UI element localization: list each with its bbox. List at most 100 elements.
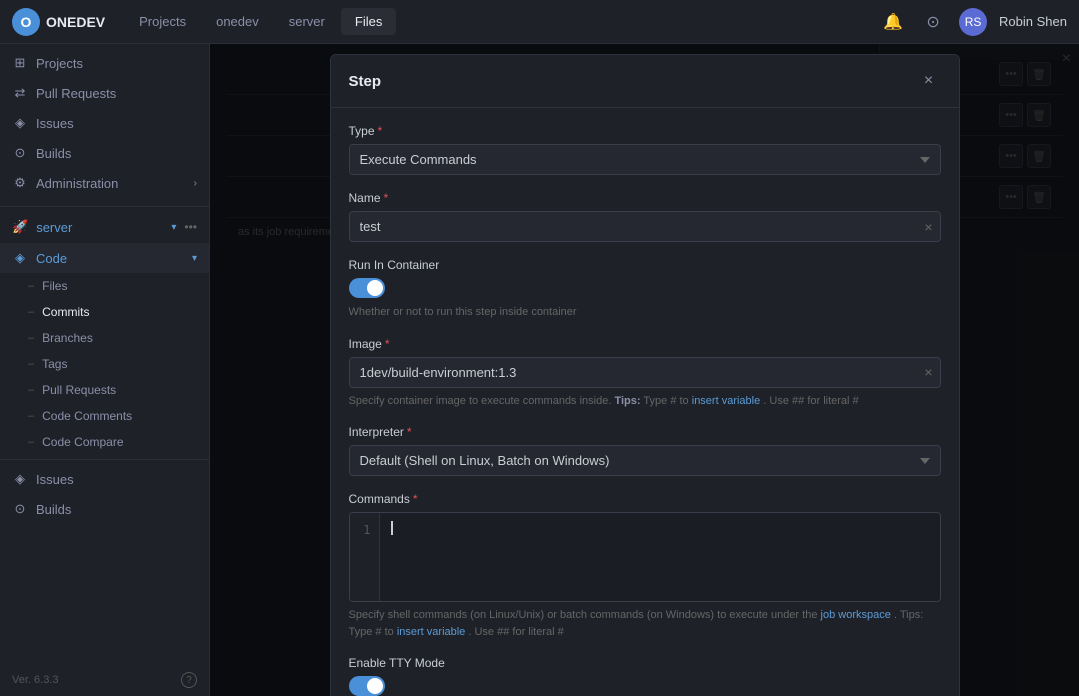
sidebar-item-label: Issues [36, 472, 197, 487]
image-required: * [385, 337, 390, 351]
sidebar-item-code[interactable]: ◈ Code ▾ [0, 243, 209, 273]
commands-input[interactable] [380, 513, 940, 601]
sidebar-item-administration[interactable]: ⚙ Administration › [0, 168, 209, 198]
commands-label: Commands * [349, 492, 941, 506]
builds-icon-2: ⊙ [12, 501, 28, 517]
commands-form-group: Commands * 1 Specify shell [349, 492, 941, 640]
sidebar-sub-pull-requests[interactable]: Pull Requests [0, 377, 209, 403]
sidebar-project-header[interactable]: 🚀 server ▾ ••• [0, 211, 209, 243]
run-in-container-toggle[interactable] [349, 278, 385, 298]
commands-required: * [413, 492, 418, 506]
sidebar-sub-commits[interactable]: Commits [0, 299, 209, 325]
chevron-down-icon: ▾ [192, 253, 197, 264]
code-icon: ◈ [12, 250, 28, 266]
run-in-container-toggle-group [349, 278, 941, 298]
modal-overlay: Step × Type * Execute Commands [210, 44, 1079, 696]
line-number-1: 1 [358, 521, 371, 540]
sidebar-item-pull-requests[interactable]: ⇄ Pull Requests [0, 78, 209, 108]
tty-label: Enable TTY Mode [349, 656, 941, 670]
type-select[interactable]: Execute Commands [349, 144, 941, 175]
interpreter-form-group: Interpreter * Default (Shell on Linux, B… [349, 425, 941, 476]
sidebar: ⊞ Projects ⇄ Pull Requests ◈ Issues ⊙ Bu… [0, 44, 210, 696]
image-form-group: Image * × Specify container image to exe… [349, 337, 941, 410]
name-label: Name * [349, 191, 941, 205]
image-hint: Specify container image to execute comma… [349, 393, 941, 410]
sidebar-sub-code-compare[interactable]: Code Compare [0, 429, 209, 455]
notification-icon[interactable]: 🔔 [879, 8, 907, 36]
name-clear-btn[interactable]: × [924, 219, 932, 235]
help-icon-sidebar[interactable]: ? [181, 672, 197, 688]
grid-icon: ⊞ [12, 55, 28, 71]
sidebar-main-nav: ⊞ Projects ⇄ Pull Requests ◈ Issues ⊙ Bu… [0, 44, 209, 202]
commands-insert-variable-link[interactable]: insert variable [397, 626, 465, 638]
nav-tab-onedev[interactable]: onedev [202, 8, 273, 35]
avatar[interactable]: RS [959, 8, 987, 36]
sidebar-item-builds[interactable]: ⊙ Builds [0, 138, 209, 168]
name-required: * [384, 191, 389, 205]
nav-tab-server[interactable]: server [275, 8, 339, 35]
image-input-wrapper: × [349, 357, 941, 388]
commits-label: Commits [42, 305, 89, 319]
files-label: Files [42, 279, 67, 293]
modal-close-button[interactable]: × [917, 69, 941, 93]
run-in-container-hint: Whether or not to run this step inside c… [349, 304, 941, 321]
tty-form-group: Enable TTY Mode Many commands print outp… [349, 656, 941, 696]
sidebar-item-projects[interactable]: ⊞ Projects [0, 48, 209, 78]
image-input[interactable] [349, 357, 941, 388]
nav-tab-projects[interactable]: Projects [125, 8, 200, 35]
name-input-wrapper: × [349, 211, 941, 242]
sidebar-item-label: Issues [36, 116, 197, 131]
name-form-group: Name * × [349, 191, 941, 242]
top-nav-tabs: Projects onedev server Files [125, 8, 879, 35]
nav-tab-files[interactable]: Files [341, 8, 396, 35]
tty-toggle-group [349, 676, 941, 696]
help-icon[interactable]: ⊙ [919, 8, 947, 36]
main-layout: ⊞ Projects ⇄ Pull Requests ◈ Issues ⊙ Bu… [0, 44, 1079, 696]
image-insert-variable-link[interactable]: insert variable [692, 395, 760, 407]
sidebar-item-label: Code [36, 251, 184, 266]
sidebar-item-builds-bottom[interactable]: ⊙ Builds [0, 494, 209, 524]
commands-editor: 1 [349, 512, 941, 602]
sidebar-divider [0, 206, 209, 207]
sidebar-sub-branches[interactable]: Branches [0, 325, 209, 351]
app-name: ONEDEV [46, 14, 105, 30]
image-clear-btn[interactable]: × [924, 364, 932, 380]
sidebar-footer: Ver. 6.3.3 ? [0, 664, 209, 696]
version-text: Ver. 6.3.3 [12, 674, 58, 686]
code-compare-label: Code Compare [42, 435, 123, 449]
image-hint-tips: Tips: [614, 395, 640, 407]
top-nav: O ONEDEV Projects onedev server Files 🔔 … [0, 0, 1079, 44]
pull-requests-label: Pull Requests [42, 383, 116, 397]
chevron-right-icon: › [194, 178, 197, 189]
line-numbers: 1 [350, 513, 380, 601]
type-select-wrapper: Execute Commands [349, 144, 941, 175]
interpreter-label: Interpreter * [349, 425, 941, 439]
chevron-down-icon: ▾ [171, 222, 176, 233]
branches-label: Branches [42, 331, 93, 345]
type-form-group: Type * Execute Commands [349, 124, 941, 175]
project-name: server [36, 220, 72, 235]
sidebar-sub-tags[interactable]: Tags [0, 351, 209, 377]
tty-toggle[interactable] [349, 676, 385, 696]
more-icon[interactable]: ••• [184, 220, 197, 234]
type-required: * [378, 124, 383, 138]
image-label: Image * [349, 337, 941, 351]
sidebar-sub-code-comments[interactable]: Code Comments [0, 403, 209, 429]
modal-body: Type * Execute Commands Name [331, 108, 959, 696]
sidebar-divider-2 [0, 459, 209, 460]
sidebar-item-label: Builds [36, 146, 197, 161]
interpreter-select[interactable]: Default (Shell on Linux, Batch on Window… [349, 445, 941, 476]
issues-icon: ◈ [12, 115, 28, 131]
sidebar-item-issues[interactable]: ◈ Issues [0, 108, 209, 138]
sidebar-sub-files[interactable]: Files [0, 273, 209, 299]
sidebar-item-issues-bottom[interactable]: ◈ Issues [0, 464, 209, 494]
app-logo[interactable]: O ONEDEV [12, 8, 105, 36]
commands-hint: Specify shell commands (on Linux/Unix) o… [349, 607, 941, 640]
pr-icon: ⇄ [12, 85, 28, 101]
builds-icon: ⊙ [12, 145, 28, 161]
modal-title: Step [349, 73, 382, 90]
job-workspace-link[interactable]: job workspace [821, 609, 891, 621]
sidebar-item-label: Administration [36, 176, 186, 191]
name-input[interactable] [349, 211, 941, 242]
run-in-container-group: Run In Container Whether or not to run t… [349, 258, 941, 321]
